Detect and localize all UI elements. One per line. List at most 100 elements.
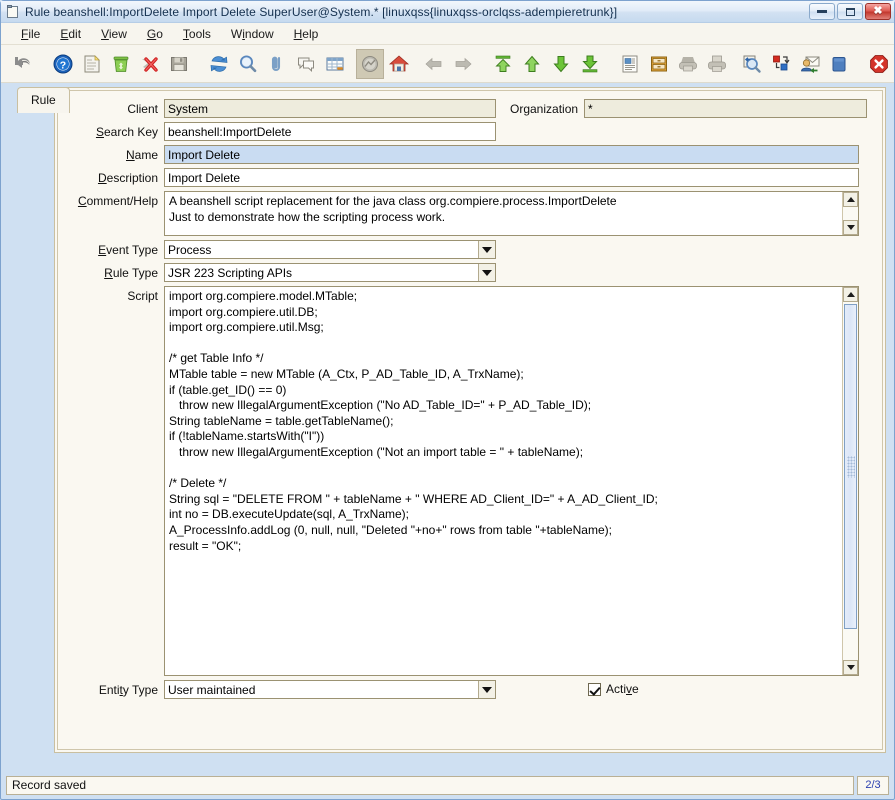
status-message: Record saved <box>6 776 854 795</box>
script-scroll-track[interactable] <box>843 302 858 660</box>
tab-strip: Rule <box>17 87 70 113</box>
help-icon[interactable]: ? <box>49 49 77 79</box>
undo-icon[interactable] <box>9 49 37 79</box>
close-button[interactable]: ✖ <box>865 3 891 20</box>
minimize-icon <box>817 10 827 13</box>
entity-type-select[interactable]: User maintained <box>164 680 496 699</box>
delete-icon[interactable] <box>107 49 135 79</box>
comment-help-label: Comment/Help <box>77 194 158 208</box>
title-bar: Rule beanshell:ImportDelete Import Delet… <box>1 1 894 23</box>
search-key-label: Search Key <box>95 125 158 139</box>
archive-icon[interactable] <box>645 49 673 79</box>
script-scroll-thumb[interactable] <box>844 304 857 629</box>
home-icon[interactable] <box>385 49 413 79</box>
description-field[interactable]: Import Delete <box>164 168 859 187</box>
name-field[interactable]: Import Delete <box>164 145 859 164</box>
row-name: Name Import Delete <box>58 145 882 164</box>
chevron-down-icon[interactable] <box>478 681 495 698</box>
rule-form-panel: Client System Organization * Search Key … <box>54 87 886 753</box>
client-label: Client <box>127 102 158 116</box>
toolbar: ? <box>1 45 894 83</box>
delete-selection-icon[interactable] <box>136 49 164 79</box>
report-icon[interactable] <box>616 49 644 79</box>
scroll-down-icon[interactable] <box>843 220 858 235</box>
menu-window[interactable]: Window <box>221 25 284 43</box>
script-textarea[interactable]: import org.compiere.model.MTable; import… <box>164 286 859 676</box>
window-controls: ✖ <box>809 3 891 20</box>
client-field[interactable]: System <box>164 99 496 118</box>
grid-toggle-icon[interactable] <box>321 49 349 79</box>
active-checkbox[interactable] <box>588 682 601 696</box>
comment-help-scrollbar[interactable] <box>842 192 858 235</box>
row-comment-help: Comment/Help A beanshell script replacem… <box>58 191 882 236</box>
row-description: Description Import Delete <box>58 168 882 187</box>
record-count-indicator: 2/3 <box>857 776 889 795</box>
search-key-field[interactable]: beanshell:ImportDelete <box>164 122 496 141</box>
menu-bar: File Edit View Go Tools Window Help <box>1 23 894 45</box>
rule-type-label: Rule Type <box>104 266 158 280</box>
status-bar: Record saved 2/3 <box>1 775 894 799</box>
active-checkbox-wrap[interactable]: Active <box>588 680 639 696</box>
application-window: Rule beanshell:ImportDelete Import Delet… <box>0 0 895 800</box>
menu-tools[interactable]: Tools <box>173 25 221 43</box>
active-workflow-icon[interactable] <box>767 49 795 79</box>
active-label: Active <box>606 682 639 696</box>
print-icon[interactable] <box>703 49 731 79</box>
event-type-label: Event Type <box>98 243 158 257</box>
new-record-icon[interactable] <box>78 49 106 79</box>
find-icon[interactable] <box>234 49 262 79</box>
row-rule-type: Rule Type JSR 223 Scripting APIs <box>58 263 882 282</box>
history-icon[interactable] <box>356 48 384 79</box>
next-record-icon[interactable] <box>547 49 575 79</box>
exit-icon[interactable] <box>865 49 893 79</box>
content-area: Rule Client System Organization * Search… <box>1 83 894 775</box>
row-client: Client System Organization * <box>58 99 882 118</box>
description-label: Description <box>97 171 158 185</box>
attachment-icon[interactable] <box>263 49 291 79</box>
event-type-value: Process <box>168 243 212 257</box>
menu-edit[interactable]: Edit <box>50 25 91 43</box>
print-preview-icon[interactable] <box>674 49 702 79</box>
refresh-icon[interactable] <box>205 49 233 79</box>
product-info-icon[interactable] <box>825 49 853 79</box>
rule-type-value: JSR 223 Scripting APIs <box>168 266 293 280</box>
scroll-up-icon[interactable] <box>843 287 858 302</box>
menu-file[interactable]: File <box>11 25 50 43</box>
window-sheet-icon <box>6 4 20 19</box>
menu-help[interactable]: Help <box>284 25 329 43</box>
entity-type-label: Entity Type <box>98 683 158 697</box>
row-script: Script import org.compiere.model.MTable;… <box>58 286 882 676</box>
zoom-across-icon[interactable] <box>738 49 766 79</box>
comment-help-textarea[interactable]: A beanshell script replacement for the j… <box>164 191 859 236</box>
chevron-down-icon[interactable] <box>478 264 495 281</box>
maximize-icon <box>845 7 855 16</box>
entity-type-value: User maintained <box>168 683 256 697</box>
scroll-up-icon[interactable] <box>843 192 858 207</box>
script-scrollbar[interactable] <box>842 287 858 675</box>
close-icon: ✖ <box>873 5 883 17</box>
previous-record-icon[interactable] <box>518 49 546 79</box>
comment-scroll-track[interactable] <box>843 207 858 220</box>
comment-help-value: A beanshell script replacement for the j… <box>169 194 617 224</box>
last-record-icon[interactable] <box>576 49 604 79</box>
first-record-icon[interactable] <box>489 49 517 79</box>
event-type-select[interactable]: Process <box>164 240 496 259</box>
rule-type-select[interactable]: JSR 223 Scripting APIs <box>164 263 496 282</box>
scroll-down-icon[interactable] <box>843 660 858 675</box>
parent-record-icon[interactable] <box>420 49 448 79</box>
detail-record-icon[interactable] <box>449 49 477 79</box>
row-event-type: Event Type Process <box>58 240 882 259</box>
requests-icon[interactable] <box>796 49 824 79</box>
organization-field[interactable]: * <box>584 99 868 118</box>
save-icon[interactable] <box>165 49 193 79</box>
tab-rule[interactable]: Rule <box>17 87 70 113</box>
scroll-grip-icon <box>846 455 855 478</box>
chat-icon[interactable] <box>292 49 320 79</box>
chevron-down-icon[interactable] <box>478 241 495 258</box>
minimize-button[interactable] <box>809 3 835 20</box>
menu-go[interactable]: Go <box>137 25 173 43</box>
maximize-button[interactable] <box>837 3 863 20</box>
menu-view[interactable]: View <box>91 25 137 43</box>
panel-area: Rule Client System Organization * Search… <box>9 83 894 775</box>
row-search-key: Search Key beanshell:ImportDelete <box>58 122 882 141</box>
